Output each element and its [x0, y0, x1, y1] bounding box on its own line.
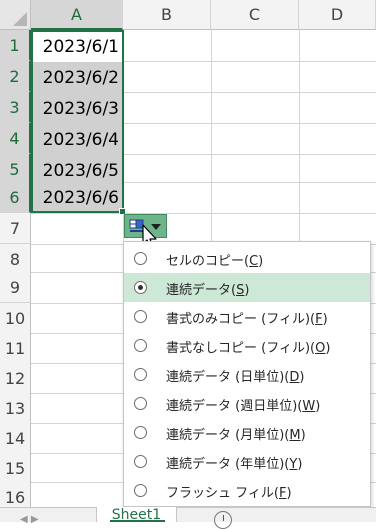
column-header-a[interactable]: A: [31, 0, 123, 30]
selection-border: [31, 30, 124, 213]
menu-item-fill-without-formatting[interactable]: 書式なしコピー (フィル)(O): [124, 331, 370, 360]
row-header-7[interactable]: 7: [0, 213, 31, 244]
row-header-13[interactable]: 13: [0, 393, 31, 424]
menu-item-label: 連続データ (年単位)(Y): [166, 457, 303, 472]
autofill-options-menu: セルのコピー(C) 連続データ(S) 書式のみコピー (フィル)(F) 書式なし…: [123, 241, 371, 507]
row-header-11[interactable]: 11: [0, 333, 31, 364]
menu-item-label: 書式のみコピー (フィル)(F): [166, 312, 328, 327]
row-header-5[interactable]: 5: [0, 154, 31, 185]
row-header-9[interactable]: 9: [0, 272, 31, 303]
menu-item-fill-series[interactable]: 連続データ(S): [124, 273, 370, 302]
menu-item-label: 連続データ (週日単位)(W): [166, 399, 321, 414]
menu-item-copy-cells[interactable]: セルのコピー(C): [124, 244, 370, 273]
row-header-3[interactable]: 3: [0, 92, 31, 123]
plus-circle-icon[interactable]: [214, 511, 232, 529]
gridline: [31, 213, 376, 214]
column-header-d[interactable]: D: [299, 0, 376, 30]
row-header-1[interactable]: 1: [0, 30, 31, 61]
radio-button[interactable]: [134, 368, 147, 381]
menu-item-fill-formatting-only[interactable]: 書式のみコピー (フィル)(F): [124, 302, 370, 331]
radio-button[interactable]: [134, 339, 147, 352]
menu-item-flash-fill[interactable]: フラッシュ フィル(F): [124, 476, 370, 505]
menu-item-label: 連続データ (月単位)(M): [166, 428, 306, 443]
row-header-6[interactable]: 6: [0, 182, 31, 213]
radio-button[interactable]: [134, 484, 147, 497]
row-header-12[interactable]: 12: [0, 363, 31, 394]
radio-button[interactable]: [134, 455, 147, 468]
menu-item-fill-weekdays[interactable]: 連続データ (週日単位)(W): [124, 389, 370, 418]
column-header-c[interactable]: C: [211, 0, 299, 30]
select-all-triangle: [13, 12, 27, 26]
menu-item-fill-days[interactable]: 連続データ (日単位)(D): [124, 360, 370, 389]
menu-item-label: 連続データ (日単位)(D): [166, 370, 305, 385]
radio-button[interactable]: [134, 397, 147, 410]
row-header-2[interactable]: 2: [0, 61, 31, 92]
menu-item-label: 連続データ(S): [166, 283, 250, 298]
sheet-tab-bar: [0, 507, 376, 522]
menu-item-label: フラッシュ フィル(F): [166, 486, 292, 501]
menu-item-fill-months[interactable]: 連続データ (月単位)(M): [124, 418, 370, 447]
menu-item-label: セルのコピー(C): [166, 254, 264, 269]
select-all-corner[interactable]: [0, 0, 31, 30]
radio-button[interactable]: [134, 252, 147, 265]
menu-item-fill-years[interactable]: 連続データ (年単位)(Y): [124, 447, 370, 476]
row-header-4[interactable]: 4: [0, 123, 31, 154]
row-header-15[interactable]: 15: [0, 453, 31, 484]
row-header-10[interactable]: 10: [0, 303, 31, 334]
menu-item-label: 書式なしコピー (フィル)(O): [166, 341, 331, 356]
row-header-14[interactable]: 14: [0, 423, 31, 454]
radio-button[interactable]: [134, 426, 147, 439]
radio-button[interactable]: [134, 310, 147, 323]
column-header-b[interactable]: B: [123, 0, 211, 30]
sheet-nav-arrows[interactable]: ◀ ▶: [20, 514, 39, 525]
row-header-8[interactable]: 8: [0, 244, 31, 275]
radio-button-selected[interactable]: [134, 281, 147, 294]
